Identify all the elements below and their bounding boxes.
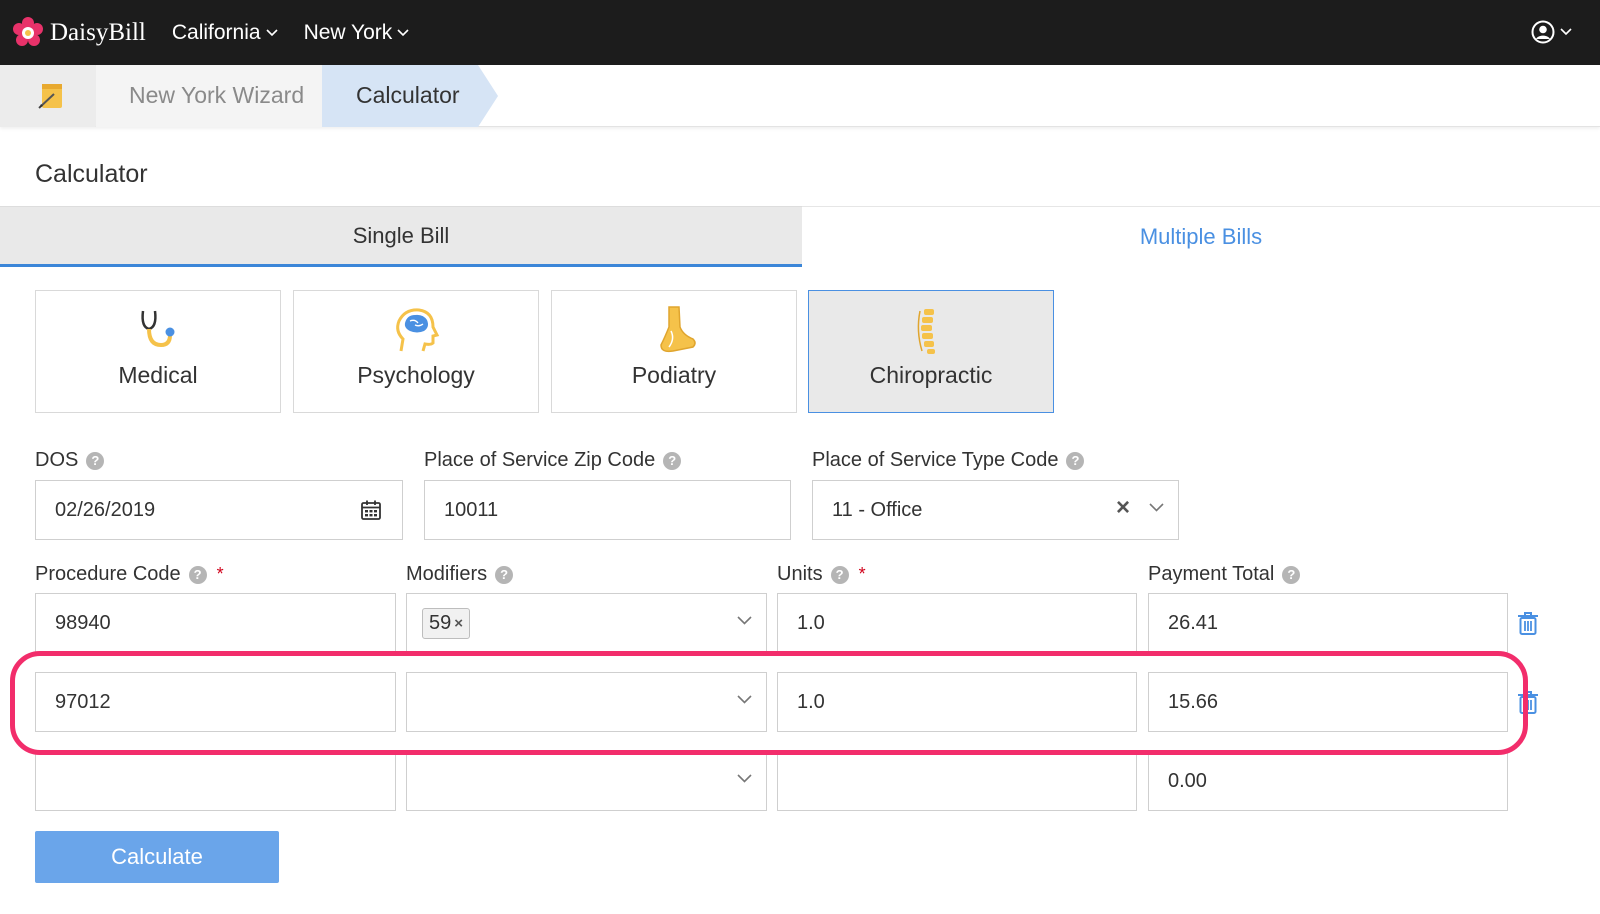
nav-new-york[interactable]: New York — [304, 21, 410, 45]
nav-new-york-label: New York — [303, 20, 393, 44]
units-input[interactable] — [777, 751, 1137, 811]
payment-total-value: 26.41 — [1168, 611, 1219, 634]
payment-total-label: Payment Total ? — [1148, 563, 1301, 586]
stethoscope-icon — [141, 310, 175, 348]
units-label: Units ? * — [777, 563, 866, 586]
top-navbar: DaisyBill California New York — [0, 0, 1600, 65]
breadcrumb-item-wizard[interactable]: New York Wizard — [129, 82, 304, 109]
type-code-label-text: Place of Service Type Code — [812, 449, 1059, 471]
daisy-logo-icon — [12, 16, 44, 49]
help-icon[interactable]: ? — [1282, 565, 1301, 584]
modifier-tag[interactable]: 59 × — [422, 607, 471, 639]
units-value: 1.0 — [797, 611, 825, 634]
specialty-label: Medical — [118, 362, 198, 388]
page-title: Calculator — [35, 160, 148, 188]
calendar-icon[interactable] — [360, 499, 382, 521]
chevron-down-icon[interactable] — [737, 616, 752, 625]
specialty-card-psychology[interactable]: Psychology — [293, 290, 539, 413]
dos-label: DOS ? — [35, 449, 105, 472]
procedure-code-input[interactable] — [35, 751, 396, 811]
modifier-tag-label: 59 — [429, 611, 452, 634]
chevron-down-icon[interactable] — [737, 774, 752, 783]
chevron-down-icon[interactable] — [1149, 503, 1164, 512]
procedure-code-label: Procedure Code ? * — [35, 563, 224, 586]
zip-field[interactable]: 10011 — [424, 480, 791, 540]
spine-icon — [917, 309, 935, 354]
help-icon[interactable]: ? — [830, 565, 849, 584]
dos-field[interactable]: 02/26/2019 — [35, 480, 403, 540]
specialty-label: Chiropractic — [869, 362, 993, 388]
procedure-code-input[interactable]: 98940 — [35, 593, 396, 653]
help-icon[interactable]: ? — [495, 565, 514, 584]
user-avatar-icon — [1531, 20, 1555, 44]
payment-total-field: 26.41 — [1148, 593, 1508, 653]
chevron-down-icon — [397, 28, 409, 36]
calculate-button[interactable]: Calculate — [35, 831, 279, 883]
type-code-label: Place of Service Type Code ? — [812, 449, 1085, 472]
bill-tabs: Single Bill Multiple Bills — [0, 206, 1600, 267]
specialty-label: Podiatry — [631, 362, 717, 388]
user-menu[interactable] — [1531, 20, 1572, 44]
remove-tag-icon[interactable]: × — [454, 615, 463, 632]
modifiers-label: Modifiers ? — [406, 563, 514, 586]
chevron-down-icon — [1560, 28, 1572, 36]
required-marker: * — [216, 564, 224, 584]
required-marker: * — [858, 564, 866, 584]
highlight-annotation — [10, 651, 1528, 755]
brand-name: DaisyBill — [50, 18, 146, 46]
breadcrumb-item-calculator[interactable]: Calculator — [356, 82, 460, 109]
dos-value: 02/26/2019 — [55, 498, 156, 521]
breadcrumb: New York Wizard Calculator — [0, 65, 1600, 127]
payment-total-value: 0.00 — [1168, 769, 1207, 792]
zip-label: Place of Service Zip Code ? — [424, 449, 682, 472]
zip-label-text: Place of Service Zip Code — [424, 449, 656, 471]
help-icon[interactable]: ? — [86, 451, 105, 470]
nav-california[interactable]: California — [172, 21, 278, 45]
specialty-card-chiropractic[interactable]: Chiropractic — [808, 290, 1054, 413]
specialty-card-medical[interactable]: Medical — [35, 290, 281, 413]
help-icon[interactable]: ? — [188, 565, 207, 584]
brain-head-icon — [396, 308, 440, 352]
modifiers-select[interactable] — [406, 751, 767, 811]
tab-multiple-bills[interactable]: Multiple Bills — [802, 206, 1600, 267]
payment-total-label-text: Payment Total — [1148, 563, 1275, 585]
modifiers-label-text: Modifiers — [406, 563, 488, 585]
trash-icon[interactable] — [1517, 611, 1539, 636]
procedure-code-value: 98940 — [55, 611, 111, 634]
help-icon[interactable]: ? — [663, 451, 682, 470]
specialty-label: Psychology — [357, 362, 475, 388]
brand-logo[interactable]: DaisyBill — [12, 16, 146, 49]
procedure-code-label-text: Procedure Code — [35, 563, 181, 585]
help-icon[interactable]: ? — [1066, 451, 1085, 470]
units-label-text: Units — [777, 563, 823, 585]
foot-icon — [660, 306, 696, 353]
units-input[interactable]: 1.0 — [777, 593, 1137, 653]
chevron-down-icon — [265, 28, 278, 36]
clear-icon[interactable]: × — [1116, 494, 1130, 522]
tab-single-bill[interactable]: Single Bill — [0, 206, 802, 267]
notepad-icon — [38, 84, 62, 109]
payment-total-field: 0.00 — [1148, 751, 1508, 811]
dos-label-text: DOS — [35, 449, 79, 471]
specialty-card-podiatry[interactable]: Podiatry — [551, 290, 797, 413]
type-code-select[interactable]: 11 - Office × — [812, 480, 1179, 540]
breadcrumb-separator — [476, 65, 498, 127]
modifiers-select[interactable]: 59 × — [406, 593, 767, 653]
zip-value: 10011 — [444, 498, 499, 521]
nav-california-label: California — [171, 20, 261, 44]
